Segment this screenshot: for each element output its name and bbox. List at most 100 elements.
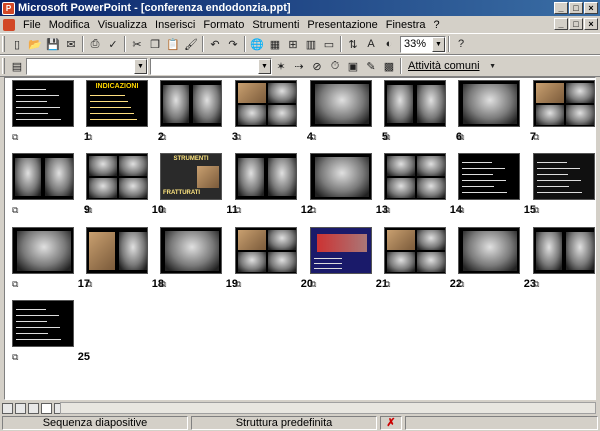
chevron-down-icon[interactable]: ▼ <box>258 58 271 74</box>
transition-icon[interactable]: ⧉ <box>310 279 316 290</box>
hide-slide-icon[interactable]: ⊘ <box>308 57 326 75</box>
menu-presentazione[interactable]: Presentazione <box>303 19 381 31</box>
transition-icon[interactable]: ⇢ <box>290 57 308 75</box>
transition-icon[interactable]: ⧉ <box>384 205 390 216</box>
doc-minimize-button[interactable]: _ <box>554 18 568 30</box>
print-icon[interactable]: ⎙ <box>86 35 104 53</box>
menu-strumenti[interactable]: Strumenti <box>248 19 303 31</box>
tasks-dropdown[interactable]: Attività comuni <box>404 60 484 72</box>
insert-table-icon[interactable]: ⊞ <box>284 35 302 53</box>
transition-icon[interactable]: ⧉ <box>533 205 539 216</box>
layout-icon[interactable]: ▤ <box>8 57 26 75</box>
format-painter-icon[interactable]: 🖌 <box>182 35 200 53</box>
menu-finestra[interactable]: Finestra <box>382 19 430 31</box>
slide-image <box>533 80 595 127</box>
help-icon[interactable]: ? <box>452 35 470 53</box>
powerpoint-icon[interactable]: P <box>2 1 15 15</box>
redo-icon[interactable]: ↷ <box>224 35 242 53</box>
doc-close-button[interactable]: × <box>584 18 598 30</box>
chevron-down-icon[interactable]: ▼ <box>484 57 502 75</box>
slide-image <box>458 80 520 127</box>
slide-thumbnail[interactable]: ⧉8 <box>533 80 595 148</box>
transition-icon[interactable]: ⧉ <box>533 132 539 143</box>
transition-icon[interactable]: ⧉ <box>160 132 166 143</box>
transition-icon[interactable]: ⧉ <box>235 132 241 143</box>
design-icon[interactable]: ▩ <box>380 57 398 75</box>
status-view: Sequenza diapositive <box>2 416 188 430</box>
slide-view-icon[interactable] <box>28 402 39 414</box>
normal-view-icon[interactable] <box>2 402 13 414</box>
slide-image <box>310 80 372 127</box>
hyperlink-icon[interactable]: 🌐 <box>248 35 266 53</box>
new-slide-icon[interactable]: ▭ <box>320 35 338 53</box>
transition-icon[interactable]: ⧉ <box>12 132 18 143</box>
cut-icon[interactable]: ✂ <box>128 35 146 53</box>
transition-icon[interactable]: ⧉ <box>458 279 464 290</box>
save-icon[interactable]: 💾 <box>44 35 62 53</box>
chevron-down-icon[interactable]: ▼ <box>134 58 147 74</box>
transition-icon[interactable]: ⧉ <box>384 132 390 143</box>
email-icon[interactable]: ✉ <box>62 35 80 53</box>
maximize-button[interactable]: □ <box>569 2 583 14</box>
window-title: Microsoft PowerPoint - [conferenza endod… <box>18 2 291 14</box>
document-icon[interactable] <box>3 18 15 31</box>
show-formatting-icon[interactable]: A <box>362 35 380 53</box>
transition-icon[interactable]: ⧉ <box>12 352 18 363</box>
new-icon[interactable]: ▯ <box>8 35 26 53</box>
toolbar-grip <box>2 36 5 52</box>
expand-all-icon[interactable]: ⇅ <box>344 35 362 53</box>
copy-icon[interactable]: ❐ <box>146 35 164 53</box>
paste-icon[interactable]: 📋 <box>164 35 182 53</box>
undo-icon[interactable]: ↶ <box>206 35 224 53</box>
menu-file[interactable]: File <box>19 19 45 31</box>
slide-image <box>384 80 446 127</box>
slide-sorter[interactable]: ⧉1INDICAZIONI⧉2⧉3⧉4⧉5⧉6⧉7⧉8⧉9⧉10STRUMENT… <box>4 77 596 400</box>
menu-visualizza[interactable]: Visualizza <box>94 19 151 31</box>
sorter-view-icon[interactable] <box>41 402 52 414</box>
speaker-notes-icon[interactable]: ✎ <box>362 57 380 75</box>
size-dropdown[interactable]: ▼ <box>150 57 272 75</box>
zoom-dropdown[interactable]: 33% ▼ <box>400 35 446 53</box>
title-bar: P Microsoft PowerPoint - [conferenza end… <box>0 0 600 16</box>
menu-formato[interactable]: Formato <box>199 19 248 31</box>
tables-borders-icon[interactable]: ▦ <box>266 35 284 53</box>
slide-thumbnail[interactable]: ⧉16 <box>533 153 595 221</box>
transition-icon[interactable]: ⧉ <box>310 132 316 143</box>
doc-restore-button[interactable]: □ <box>569 18 583 30</box>
insert-chart-icon[interactable]: ▥ <box>302 35 320 53</box>
close-button[interactable]: × <box>584 2 598 14</box>
menu-help[interactable]: ? <box>430 19 444 31</box>
transition-icon[interactable]: ⧉ <box>86 132 92 143</box>
menu-modifica[interactable]: Modifica <box>45 19 94 31</box>
spellcheck-status-icon[interactable]: ✗ <box>380 416 402 430</box>
font-dropdown[interactable]: ▼ <box>26 57 148 75</box>
transition-icon[interactable]: ⧉ <box>235 279 241 290</box>
slide-image <box>235 80 297 127</box>
horizontal-scrollbar[interactable] <box>60 402 596 414</box>
transition-icon[interactable]: ⧉ <box>310 205 316 216</box>
transition-icon[interactable]: ⧉ <box>384 279 390 290</box>
slide-thumbnail[interactable]: ⧉24 <box>533 227 595 295</box>
transition-icon[interactable]: ⧉ <box>458 132 464 143</box>
transition-icon[interactable]: ⧉ <box>12 279 18 290</box>
spellcheck-icon[interactable]: ✓ <box>104 35 122 53</box>
transition-icon[interactable]: ⧉ <box>235 205 241 216</box>
slide-thumbnail[interactable]: ⧉ 25 <box>12 300 102 368</box>
transition-icon[interactable]: ⧉ <box>458 205 464 216</box>
transition-icon[interactable]: ⧉ <box>160 279 166 290</box>
transition-icon[interactable]: ⧉ <box>86 205 92 216</box>
menu-inserisci[interactable]: Inserisci <box>151 19 199 31</box>
rehearse-timings-icon[interactable]: ⏱ <box>326 57 344 75</box>
chevron-down-icon[interactable]: ▼ <box>432 36 445 52</box>
transition-icon[interactable]: ⧉ <box>533 279 539 290</box>
outline-view-icon[interactable] <box>15 402 26 414</box>
slide-image <box>384 227 446 274</box>
summary-slide-icon[interactable]: ▣ <box>344 57 362 75</box>
transition-icon[interactable]: ⧉ <box>86 279 92 290</box>
grayscale-icon[interactable]: ◐ <box>380 35 398 53</box>
transition-icon[interactable]: ⧉ <box>12 205 18 216</box>
transition-icon[interactable]: ⧉ <box>160 205 166 216</box>
animation-icon[interactable]: ✶ <box>272 57 290 75</box>
minimize-button[interactable]: _ <box>554 2 568 14</box>
open-icon[interactable]: 📂 <box>26 35 44 53</box>
